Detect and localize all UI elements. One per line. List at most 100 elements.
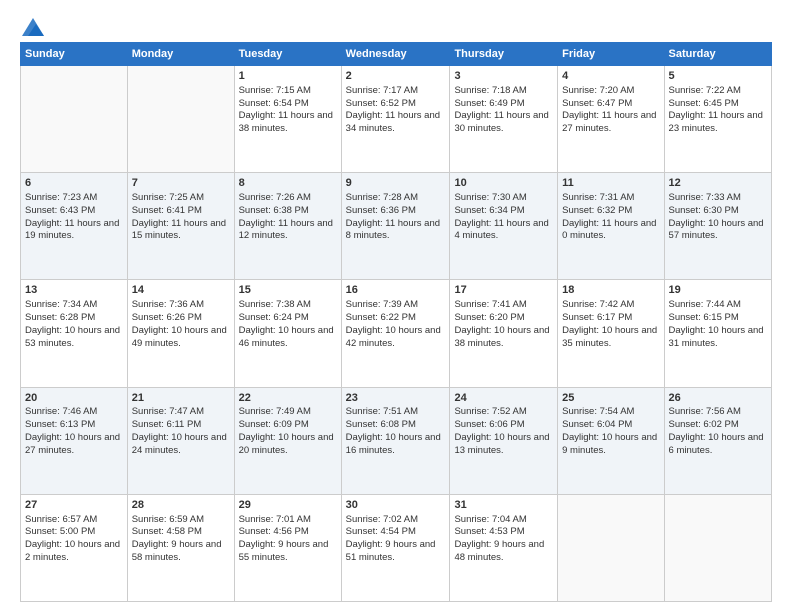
empty-cell [21, 66, 128, 173]
weekday-header-saturday: Saturday [664, 43, 771, 66]
day-cell-1: 1Sunrise: 7:15 AMSunset: 6:54 PMDaylight… [234, 66, 341, 173]
header [20, 18, 772, 32]
sunrise-label: Sunrise: 7:34 AM [25, 299, 97, 310]
sunset-label: Sunset: 6:49 PM [454, 98, 524, 109]
sunset-label: Sunset: 6:38 PM [239, 205, 309, 216]
day-number: 28 [132, 498, 230, 513]
day-cell-30: 30Sunrise: 7:02 AMSunset: 4:54 PMDayligh… [341, 494, 450, 601]
day-cell-12: 12Sunrise: 7:33 AMSunset: 6:30 PMDayligh… [664, 173, 771, 280]
daylight-label: Daylight: 9 hours and 51 minutes. [346, 539, 436, 563]
day-number: 31 [454, 498, 553, 513]
calendar-table: SundayMondayTuesdayWednesdayThursdayFrid… [20, 42, 772, 602]
daylight-label: Daylight: 10 hours and 46 minutes. [239, 325, 334, 349]
sunrise-label: Sunrise: 7:18 AM [454, 85, 526, 96]
day-info: Sunrise: 7:49 AMSunset: 6:09 PMDaylight:… [239, 406, 337, 457]
sunset-label: Sunset: 6:17 PM [562, 312, 632, 323]
empty-cell [127, 66, 234, 173]
day-info: Sunrise: 7:44 AMSunset: 6:15 PMDaylight:… [669, 299, 767, 350]
day-info: Sunrise: 7:36 AMSunset: 6:26 PMDaylight:… [132, 299, 230, 350]
day-cell-16: 16Sunrise: 7:39 AMSunset: 6:22 PMDayligh… [341, 280, 450, 387]
sunset-label: Sunset: 6:32 PM [562, 205, 632, 216]
sunset-label: Sunset: 6:28 PM [25, 312, 95, 323]
day-number: 1 [239, 69, 337, 84]
day-info: Sunrise: 7:17 AMSunset: 6:52 PMDaylight:… [346, 85, 446, 136]
sunrise-label: Sunrise: 7:46 AM [25, 406, 97, 417]
sunset-label: Sunset: 6:24 PM [239, 312, 309, 323]
day-info: Sunrise: 7:54 AMSunset: 6:04 PMDaylight:… [562, 406, 659, 457]
day-info: Sunrise: 7:31 AMSunset: 6:32 PMDaylight:… [562, 192, 659, 243]
sunrise-label: Sunrise: 6:57 AM [25, 514, 97, 525]
day-info: Sunrise: 7:01 AMSunset: 4:56 PMDaylight:… [239, 514, 337, 565]
sunset-label: Sunset: 6:08 PM [346, 419, 416, 430]
day-number: 5 [669, 69, 767, 84]
day-cell-21: 21Sunrise: 7:47 AMSunset: 6:11 PMDayligh… [127, 387, 234, 494]
sunset-label: Sunset: 5:00 PM [25, 526, 95, 537]
sunrise-label: Sunrise: 7:33 AM [669, 192, 741, 203]
sunrise-label: Sunrise: 7:26 AM [239, 192, 311, 203]
day-info: Sunrise: 7:23 AMSunset: 6:43 PMDaylight:… [25, 192, 123, 243]
day-info: Sunrise: 7:38 AMSunset: 6:24 PMDaylight:… [239, 299, 337, 350]
sunrise-label: Sunrise: 7:02 AM [346, 514, 418, 525]
day-number: 17 [454, 283, 553, 298]
day-number: 3 [454, 69, 553, 84]
sunset-label: Sunset: 4:58 PM [132, 526, 202, 537]
day-cell-13: 13Sunrise: 7:34 AMSunset: 6:28 PMDayligh… [21, 280, 128, 387]
weekday-header-sunday: Sunday [21, 43, 128, 66]
sunset-label: Sunset: 4:56 PM [239, 526, 309, 537]
sunset-label: Sunset: 6:47 PM [562, 98, 632, 109]
weekday-header-friday: Friday [558, 43, 664, 66]
daylight-label: Daylight: 10 hours and 16 minutes. [346, 432, 441, 456]
day-info: Sunrise: 7:25 AMSunset: 6:41 PMDaylight:… [132, 192, 230, 243]
day-info: Sunrise: 7:33 AMSunset: 6:30 PMDaylight:… [669, 192, 767, 243]
day-cell-27: 27Sunrise: 6:57 AMSunset: 5:00 PMDayligh… [21, 494, 128, 601]
sunrise-label: Sunrise: 7:54 AM [562, 406, 634, 417]
daylight-label: Daylight: 10 hours and 27 minutes. [25, 432, 120, 456]
weekday-header-thursday: Thursday [450, 43, 558, 66]
day-number: 4 [562, 69, 659, 84]
weekday-header-row: SundayMondayTuesdayWednesdayThursdayFrid… [21, 43, 772, 66]
daylight-label: Daylight: 11 hours and 34 minutes. [346, 110, 440, 134]
day-info: Sunrise: 7:20 AMSunset: 6:47 PMDaylight:… [562, 85, 659, 136]
sunrise-label: Sunrise: 7:36 AM [132, 299, 204, 310]
sunrise-label: Sunrise: 7:25 AM [132, 192, 204, 203]
day-number: 25 [562, 391, 659, 406]
sunset-label: Sunset: 6:30 PM [669, 205, 739, 216]
daylight-label: Daylight: 10 hours and 20 minutes. [239, 432, 334, 456]
sunset-label: Sunset: 6:26 PM [132, 312, 202, 323]
sunset-label: Sunset: 6:02 PM [669, 419, 739, 430]
day-cell-15: 15Sunrise: 7:38 AMSunset: 6:24 PMDayligh… [234, 280, 341, 387]
day-info: Sunrise: 7:04 AMSunset: 4:53 PMDaylight:… [454, 514, 553, 565]
day-info: Sunrise: 7:46 AM Sunset: 6:13 PM Daylight:… [25, 406, 123, 457]
sunrise-label: Sunrise: 7:28 AM [346, 192, 418, 203]
daylight-label: Daylight: 9 hours and 48 minutes. [454, 539, 544, 563]
day-cell-31: 31Sunrise: 7:04 AMSunset: 4:53 PMDayligh… [450, 494, 558, 601]
sunrise-label: Sunrise: 7:47 AM [132, 406, 204, 417]
sunrise-label: Sunrise: 7:56 AM [669, 406, 741, 417]
sunset-label: Sunset: 6:45 PM [669, 98, 739, 109]
day-info: Sunrise: 7:56 AMSunset: 6:02 PMDaylight:… [669, 406, 767, 457]
sunrise-label: Sunrise: 7:30 AM [454, 192, 526, 203]
sunset-label: Sunset: 6:41 PM [132, 205, 202, 216]
day-cell-8: 8Sunrise: 7:26 AMSunset: 6:38 PMDaylight… [234, 173, 341, 280]
day-number: 2 [346, 69, 446, 84]
day-info: Sunrise: 6:57 AMSunset: 5:00 PMDaylight:… [25, 514, 123, 565]
daylight-label: Daylight: 11 hours and 27 minutes. [562, 110, 656, 134]
sunset-label: Sunset: 6:13 PM [25, 419, 95, 430]
sunset-label: Sunset: 6:06 PM [454, 419, 524, 430]
weekday-header-wednesday: Wednesday [341, 43, 450, 66]
sunrise-label: Sunrise: 7:49 AM [239, 406, 311, 417]
sunset-label: Sunset: 6:52 PM [346, 98, 416, 109]
day-info: Sunrise: 7:28 AMSunset: 6:36 PMDaylight:… [346, 192, 446, 243]
sunset-label: Sunset: 6:36 PM [346, 205, 416, 216]
day-cell-5: 5Sunrise: 7:22 AMSunset: 6:45 PMDaylight… [664, 66, 771, 173]
day-cell-11: 11Sunrise: 7:31 AMSunset: 6:32 PMDayligh… [558, 173, 664, 280]
day-number: 7 [132, 176, 230, 191]
sunset-label: Sunset: 6:15 PM [669, 312, 739, 323]
day-cell-28: 28Sunrise: 6:59 AMSunset: 4:58 PMDayligh… [127, 494, 234, 601]
sunrise-label: Sunrise: 7:15 AM [239, 85, 311, 96]
day-cell-17: 17Sunrise: 7:41 AMSunset: 6:20 PMDayligh… [450, 280, 558, 387]
weekday-header-monday: Monday [127, 43, 234, 66]
sunrise-label: Sunrise: 7:23 AM [25, 192, 97, 203]
daylight-label: Daylight: 10 hours and 53 minutes. [25, 325, 120, 349]
day-info: Sunrise: 7:18 AMSunset: 6:49 PMDaylight:… [454, 85, 553, 136]
